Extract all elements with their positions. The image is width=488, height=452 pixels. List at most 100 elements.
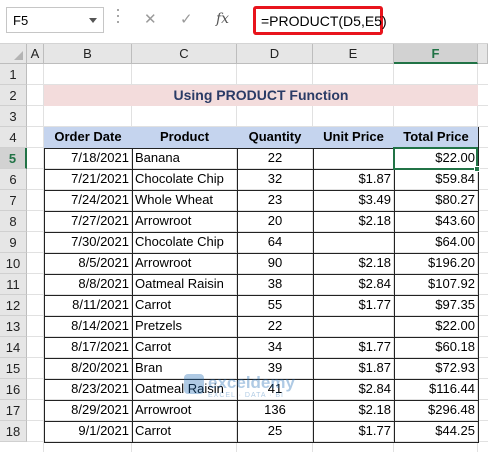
table-cell-quantity[interactable]: 32 (237, 169, 314, 191)
table-cell-product[interactable]: Chocolate Chip (132, 169, 238, 191)
table-cell-total-price[interactable]: $116.44 (394, 379, 479, 401)
table-cell-order-date[interactable]: 8/17/2021 (44, 337, 133, 359)
table-cell-order-date[interactable]: 8/11/2021 (44, 295, 133, 317)
table-cell-quantity[interactable]: 25 (237, 421, 314, 443)
sheet-title[interactable]: Using PRODUCT Function (44, 85, 478, 106)
table-cell-order-date[interactable]: 8/5/2021 (44, 253, 133, 275)
table-cell-total-price[interactable]: $60.18 (394, 337, 479, 359)
row-header-10[interactable]: 10 (0, 253, 27, 274)
table-cell-unit-price[interactable]: $2.18 (313, 253, 395, 275)
column-header-f[interactable]: F (394, 44, 478, 64)
table-header-unit-price[interactable]: Unit Price (313, 127, 395, 149)
table-cell-unit-price[interactable]: $2.84 (313, 379, 395, 401)
table-cell-unit-price[interactable]: $1.77 (313, 295, 395, 317)
table-cell-order-date[interactable]: 7/24/2021 (44, 190, 133, 212)
table-cell-product[interactable]: Carrot (132, 295, 238, 317)
table-cell-product[interactable]: Arrowroot (132, 400, 238, 422)
table-cell-quantity[interactable]: 136 (237, 400, 314, 422)
row-header-4[interactable]: 4 (0, 127, 27, 148)
table-cell-order-date[interactable]: 8/20/2021 (44, 358, 133, 380)
select-all-button[interactable] (0, 44, 27, 64)
table-cell-product[interactable]: Arrowroot (132, 211, 238, 233)
table-cell-total-price[interactable]: $22.00 (394, 148, 479, 170)
table-cell-total-price[interactable]: $80.27 (394, 190, 479, 212)
table-cell-unit-price[interactable]: $3.49 (313, 190, 395, 212)
table-cell-product[interactable]: Banana (132, 148, 238, 170)
table-cell-unit-price[interactable] (313, 232, 395, 254)
table-cell-total-price[interactable]: $196.20 (394, 253, 479, 275)
row-header-1[interactable]: 1 (0, 64, 27, 85)
table-cell-product[interactable]: Pretzels (132, 316, 238, 338)
column-header-d[interactable]: D (237, 44, 313, 64)
table-cell-total-price[interactable]: $44.25 (394, 421, 479, 443)
table-cell-quantity[interactable]: 23 (237, 190, 314, 212)
table-cell-quantity[interactable]: 20 (237, 211, 314, 233)
column-header-b[interactable]: B (44, 44, 132, 64)
column-header-g[interactable] (478, 44, 488, 64)
table-cell-quantity[interactable]: 22 (237, 148, 314, 170)
formula-input[interactable]: =PRODUCT(D5,E5) (253, 6, 387, 35)
table-cell-quantity[interactable]: 64 (237, 232, 314, 254)
name-box-dropdown-icon[interactable] (89, 18, 97, 23)
table-cell-product[interactable]: Carrot (132, 337, 238, 359)
table-cell-order-date[interactable]: 7/30/2021 (44, 232, 133, 254)
row-header-3[interactable]: 3 (0, 106, 27, 127)
row-header-8[interactable]: 8 (0, 211, 27, 232)
table-cell-unit-price[interactable]: $2.18 (313, 211, 395, 233)
table-header-quantity[interactable]: Quantity (237, 127, 314, 149)
column-header-c[interactable]: C (132, 44, 237, 64)
table-cell-total-price[interactable]: $59.84 (394, 169, 479, 191)
row-header-15[interactable]: 15 (0, 358, 27, 379)
row-header-12[interactable]: 12 (0, 295, 27, 316)
row-header-11[interactable]: 11 (0, 274, 27, 295)
table-cell-total-price[interactable]: $107.92 (394, 274, 479, 296)
enter-check-icon[interactable]: ✓ (180, 10, 193, 28)
table-cell-order-date[interactable]: 9/1/2021 (44, 421, 133, 443)
table-cell-product[interactable]: Whole Wheat (132, 190, 238, 212)
row-header-5[interactable]: 5 (0, 148, 27, 169)
table-header-order-date[interactable]: Order Date (44, 127, 133, 149)
table-header-total-price[interactable]: Total Price (394, 127, 479, 149)
table-cell-order-date[interactable]: 7/21/2021 (44, 169, 133, 191)
table-cell-quantity[interactable]: 90 (237, 253, 314, 275)
table-cell-total-price[interactable]: $72.93 (394, 358, 479, 380)
table-cell-product[interactable]: Carrot (132, 421, 238, 443)
row-header-16[interactable]: 16 (0, 379, 27, 400)
table-cell-product[interactable]: Chocolate Chip (132, 232, 238, 254)
table-cell-product[interactable]: Oatmeal Raisin (132, 274, 238, 296)
row-header-9[interactable]: 9 (0, 232, 27, 253)
table-cell-total-price[interactable]: $97.35 (394, 295, 479, 317)
table-cell-product[interactable]: Arrowroot (132, 253, 238, 275)
row-header-18[interactable]: 18 (0, 421, 27, 442)
table-cell-order-date[interactable]: 7/27/2021 (44, 211, 133, 233)
table-cell-unit-price[interactable]: $1.87 (313, 358, 395, 380)
table-cell-order-date[interactable]: 8/14/2021 (44, 316, 133, 338)
table-cell-unit-price[interactable]: $1.87 (313, 169, 395, 191)
table-cell-total-price[interactable]: $296.48 (394, 400, 479, 422)
table-cell-total-price[interactable]: $22.00 (394, 316, 479, 338)
table-cell-unit-price[interactable] (313, 148, 395, 170)
table-cell-total-price[interactable]: $64.00 (394, 232, 479, 254)
table-cell-unit-price[interactable]: $1.77 (313, 421, 395, 443)
cancel-icon[interactable]: ✕ (144, 10, 157, 28)
table-cell-quantity[interactable]: 38 (237, 274, 314, 296)
row-header-7[interactable]: 7 (0, 190, 27, 211)
row-header-13[interactable]: 13 (0, 316, 27, 337)
row-header-17[interactable]: 17 (0, 400, 27, 421)
row-header-2[interactable]: 2 (0, 85, 27, 106)
row-header-14[interactable]: 14 (0, 337, 27, 358)
column-header-a[interactable]: A (27, 44, 44, 64)
column-header-e[interactable]: E (313, 44, 394, 64)
table-cell-quantity[interactable]: 34 (237, 337, 314, 359)
formula-bar-grip-icon[interactable] (117, 9, 120, 31)
table-cell-order-date[interactable]: 8/23/2021 (44, 379, 133, 401)
fill-handle[interactable] (474, 166, 480, 172)
table-cell-unit-price[interactable]: $1.77 (313, 337, 395, 359)
table-cell-quantity[interactable]: 55 (237, 295, 314, 317)
table-cell-total-price[interactable]: $43.60 (394, 211, 479, 233)
insert-function-icon[interactable]: fx (216, 11, 229, 27)
name-box[interactable]: F5 (6, 7, 104, 33)
table-cell-unit-price[interactable]: $2.18 (313, 400, 395, 422)
table-cell-quantity[interactable]: 22 (237, 316, 314, 338)
table-cell-order-date[interactable]: 8/29/2021 (44, 400, 133, 422)
